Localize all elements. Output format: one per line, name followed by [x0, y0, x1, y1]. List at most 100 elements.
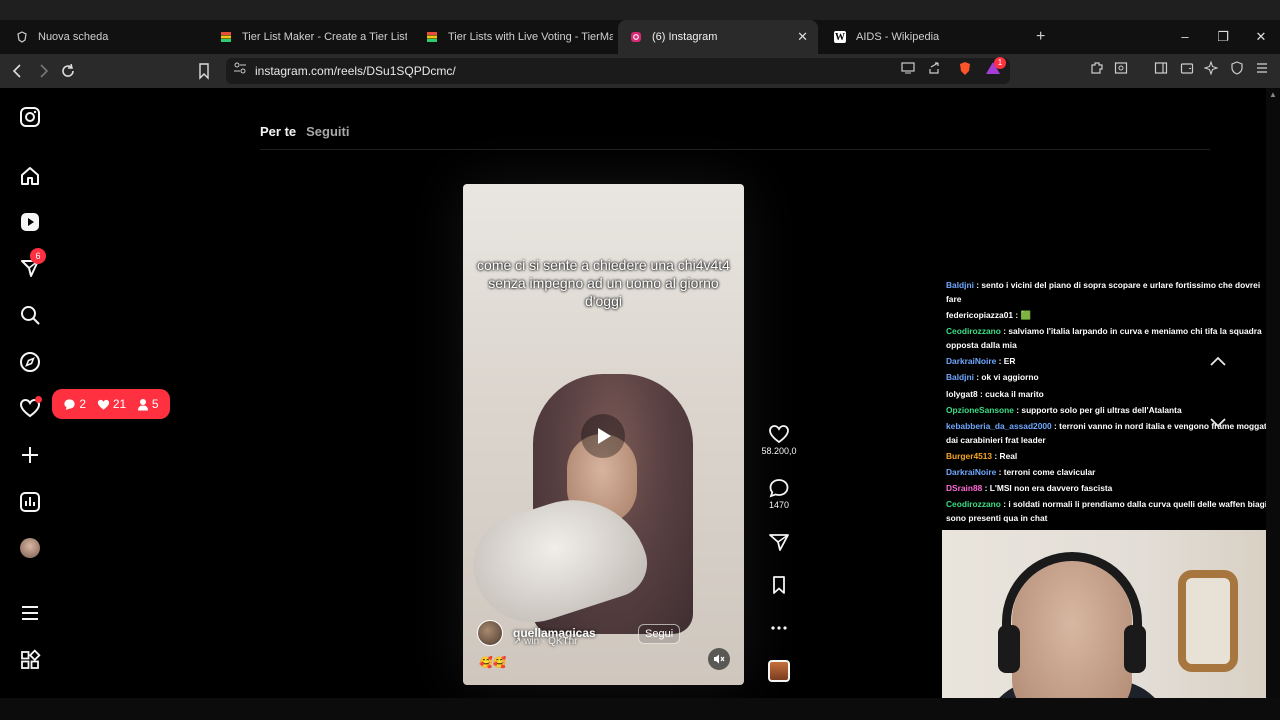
tab-wikipedia[interactable]: W AIDS - Wikipedia	[822, 20, 1022, 54]
minimize-icon[interactable]: –	[1166, 20, 1204, 54]
bookmark-icon[interactable]	[194, 61, 214, 81]
wallet-icon[interactable]	[1177, 61, 1197, 81]
mute-icon[interactable]	[708, 648, 730, 670]
brave-rewards-icon[interactable]: 1	[983, 57, 1006, 81]
restore-icon[interactable]: ❐	[1204, 20, 1242, 54]
share-button[interactable]	[756, 532, 802, 552]
instagram-icon	[630, 31, 642, 43]
reader-mode-icon[interactable]	[1111, 61, 1131, 81]
chat-username[interactable]: lolygat8	[946, 389, 978, 399]
chat-message: DSrain88 : L'MSI non era davvero fascist…	[946, 482, 1276, 496]
chat-text: L'MSI non era davvero fascista	[989, 483, 1113, 494]
page-scrollbar[interactable]: ▲	[1266, 88, 1280, 698]
tab-following[interactable]: Seguiti	[306, 124, 349, 139]
rewards-badge: 1	[994, 57, 1006, 69]
menu-icon[interactable]	[1252, 61, 1272, 81]
audio-track[interactable]: ↗ win · QKThr	[513, 636, 578, 647]
reel-video[interactable]: come ci si sente a chiedere una chi4v4t4…	[463, 184, 744, 685]
chat-text: cucka il marito	[985, 388, 1044, 399]
vpn-shield-icon[interactable]	[1227, 61, 1247, 81]
tab-new-tab[interactable]: Nuova scheda	[4, 20, 204, 54]
chat-username[interactable]: federicopiazza01	[946, 310, 1013, 320]
comment-button[interactable]: 1470	[756, 478, 802, 510]
tiermaker-icon	[426, 31, 438, 43]
save-button[interactable]	[756, 575, 802, 595]
reels-icon[interactable]	[18, 210, 42, 234]
chat-username[interactable]: DarkraiNoire	[946, 356, 996, 366]
chat-username[interactable]: DSrain88	[946, 483, 982, 493]
notifications-heart-icon[interactable]	[18, 396, 42, 420]
author-avatar[interactable]	[477, 620, 503, 646]
tab-instagram[interactable]: (6) Instagram ✕	[618, 20, 818, 54]
share-icon[interactable]	[924, 61, 944, 81]
chat-username[interactable]: Baldjni	[946, 280, 974, 290]
chat-username[interactable]: Ceodirozzano	[946, 499, 1001, 509]
tab-title: Nuova scheda	[38, 31, 109, 43]
sidebar-toggle-icon[interactable]	[1151, 61, 1171, 81]
bottom-bar	[0, 698, 1280, 720]
close-window-icon[interactable]: ✕	[1242, 20, 1280, 54]
reload-icon[interactable]	[58, 61, 78, 81]
forward-icon[interactable]	[33, 61, 53, 81]
url-text[interactable]: instagram.com/reels/DSu1SQPDcmc/	[255, 64, 456, 78]
more-menu-icon[interactable]	[18, 601, 42, 625]
headset-left-earcup	[998, 625, 1020, 673]
chat-username[interactable]: kebabberia_da_assad2000	[946, 421, 1052, 431]
close-tab-icon[interactable]: ✕	[797, 29, 808, 45]
comments-count: 2	[63, 397, 86, 411]
chat-username[interactable]: DarkraiNoire	[946, 467, 996, 477]
tab-title: AIDS - Wikipedia	[856, 31, 940, 43]
also-from-meta-icon[interactable]	[18, 648, 42, 672]
chat-separator: :	[977, 388, 986, 399]
tab-tier-lists-live[interactable]: Tier Lists with Live Voting - TierMaker	[414, 20, 614, 54]
chat-username[interactable]: Baldjni	[946, 372, 974, 382]
chat-username[interactable]: OpzioneSansone	[946, 405, 1014, 415]
likes-count: 21	[97, 397, 126, 411]
address-bar[interactable]: instagram.com/reels/DSu1SQPDcmc/ 1	[226, 57, 1010, 84]
tab-tier-list-maker[interactable]: Tier List Maker - Create a Tier List - T…	[208, 20, 408, 54]
tab-title: (6) Instagram	[652, 31, 718, 43]
activity-notification-pill[interactable]: 2 21 5	[52, 389, 170, 419]
chat-separator: :	[992, 450, 1000, 461]
home-icon[interactable]	[18, 164, 42, 188]
chat-username[interactable]: Burger4513	[946, 451, 992, 461]
search-icon[interactable]	[18, 303, 42, 327]
site-settings-icon[interactable]	[230, 61, 250, 81]
chat-text: 🟩	[1020, 309, 1031, 320]
tab-title: Tier Lists with Live Voting - TierMaker	[448, 31, 613, 43]
next-reel-icon[interactable]	[1203, 414, 1233, 438]
scroll-up-icon[interactable]: ▲	[1269, 90, 1277, 99]
leo-ai-icon[interactable]	[1201, 60, 1221, 81]
explore-icon[interactable]	[18, 350, 42, 374]
profile-avatar[interactable]	[18, 536, 42, 560]
like-count: 58.200,0	[761, 446, 797, 456]
instagram-logo-icon[interactable]	[18, 105, 42, 129]
tab-for-you[interactable]: Per te	[260, 124, 296, 139]
cast-icon[interactable]	[898, 61, 918, 81]
video-caption: come ci si sente a chiedere una chi4v4t4…	[477, 257, 730, 309]
chat-separator: :	[996, 356, 1004, 367]
chat-username[interactable]: Ceodirozzano	[946, 326, 1001, 336]
chat-separator: :	[996, 467, 1004, 478]
instagram-sidebar: 6	[0, 88, 60, 698]
brave-shields-icon[interactable]	[955, 61, 975, 81]
navigation-bar: instagram.com/reels/DSu1SQPDcmc/ 1	[0, 54, 1280, 88]
dashboard-icon[interactable]	[18, 490, 42, 514]
chat-text: Real	[999, 450, 1018, 461]
back-icon[interactable]	[8, 61, 28, 81]
heart-icon	[769, 425, 789, 444]
create-icon[interactable]	[18, 443, 42, 467]
follow-button[interactable]: Segui	[638, 624, 681, 644]
like-button[interactable]: 58.200,0	[756, 424, 802, 456]
chat-message: Burger4513 : Real	[946, 450, 1276, 464]
messages-icon[interactable]: 6	[18, 248, 46, 280]
new-tab-button[interactable]: +	[1030, 20, 1054, 54]
audio-thumbnail[interactable]	[756, 660, 802, 682]
more-options-button[interactable]	[756, 618, 802, 638]
extensions-icon[interactable]	[1087, 61, 1107, 81]
chat-text: supporto solo per gli ultras dell'Atalan…	[1021, 404, 1182, 415]
brave-icon	[16, 31, 28, 43]
play-icon[interactable]	[581, 414, 625, 458]
previous-reel-icon[interactable]	[1203, 352, 1233, 376]
tab-strip: Nuova scheda Tier List Maker - Create a …	[0, 20, 1280, 54]
